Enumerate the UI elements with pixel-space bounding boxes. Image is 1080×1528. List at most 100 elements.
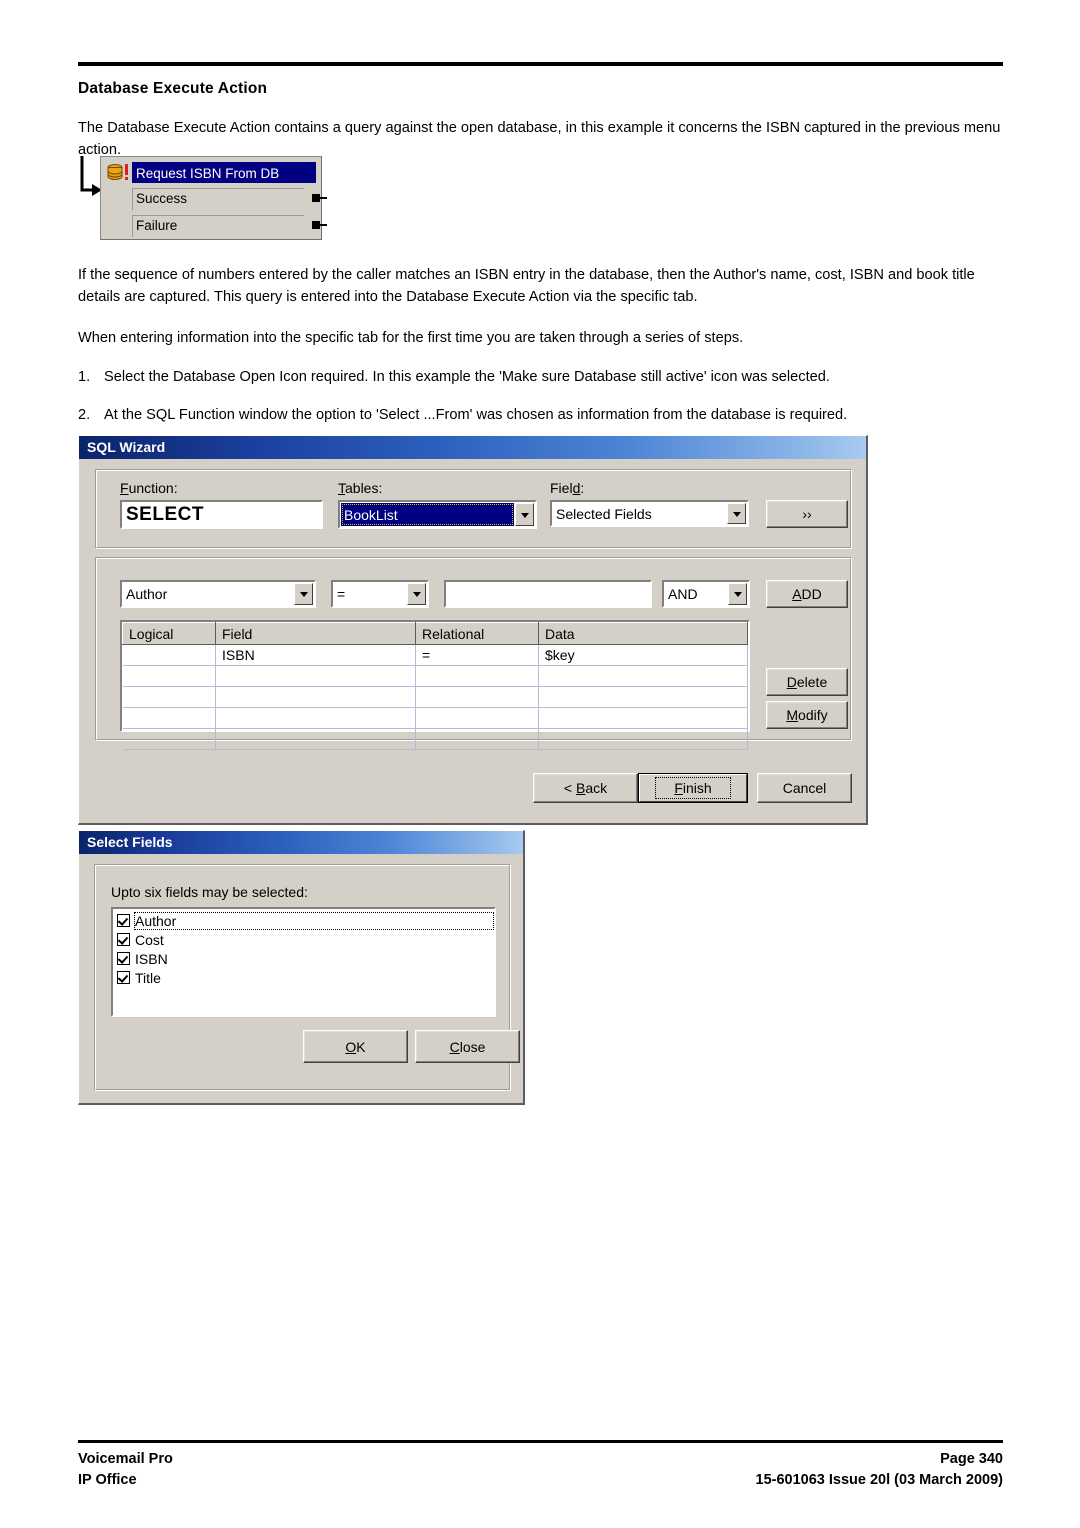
action-node[interactable]: Request ISBN From DB Success Failure — [100, 156, 327, 240]
add-criteria-button[interactable]: ADD — [766, 580, 848, 608]
modify-criteria-button[interactable]: Modify — [766, 701, 848, 729]
function-value: SELECT — [126, 504, 204, 525]
function-label: Function: — [120, 480, 178, 496]
cell-field[interactable]: ISBN — [215, 644, 416, 666]
cell-relational[interactable] — [415, 728, 539, 750]
grid-header-row: Logical Field Relational Data — [122, 622, 748, 645]
cell-data[interactable]: $key — [538, 644, 748, 666]
delete-criteria-button[interactable]: Delete — [766, 668, 848, 696]
action-connection-failure[interactable]: Failure — [132, 215, 327, 237]
list-item-text: Select the Database Open Icon required. … — [104, 368, 830, 385]
cell-relational[interactable] — [415, 707, 539, 729]
select-fields-title: Select Fields — [87, 834, 173, 850]
select-fields-titlebar: Select Fields — [79, 831, 523, 854]
grid-column-field[interactable]: Field — [215, 622, 416, 645]
cell-data[interactable] — [538, 707, 748, 729]
back-button[interactable]: < Back — [533, 773, 638, 803]
sql-wizard-dialog: SQL Wizard Function: SELECT Tables: Book… — [78, 435, 868, 825]
checkbox-icon[interactable] — [117, 952, 130, 965]
list-item[interactable]: Cost — [114, 930, 493, 949]
list-item[interactable]: Title — [114, 968, 493, 987]
chevron-down-icon[interactable] — [294, 583, 313, 605]
list-item[interactable]: ISBN — [114, 949, 493, 968]
checkbox-icon[interactable] — [117, 933, 130, 946]
action-node-title: Request ISBN From DB — [132, 161, 316, 183]
cell-field[interactable] — [215, 707, 416, 729]
list-item[interactable]: Author — [114, 911, 494, 930]
cell-logical[interactable] — [122, 728, 216, 750]
list-item: 2. At the SQL Function window the option… — [78, 405, 1003, 427]
grid-column-data[interactable]: Data — [538, 622, 748, 645]
criteria-field-combobox[interactable]: Author — [120, 580, 316, 608]
close-button[interactable]: Close — [415, 1030, 520, 1063]
table-row[interactable] — [122, 707, 748, 729]
cell-field[interactable] — [215, 665, 416, 687]
list-item: 1. Select the Database Open Icon require… — [78, 367, 1003, 389]
criteria-logical-combobox[interactable]: AND — [662, 580, 750, 608]
chevron-down-icon[interactable] — [728, 583, 747, 605]
table-row[interactable] — [122, 686, 748, 708]
checkbox-icon[interactable] — [117, 971, 130, 984]
chevron-down-icon[interactable] — [515, 503, 534, 526]
cell-relational[interactable] — [415, 665, 539, 687]
action-node-header: Request ISBN From DB — [105, 161, 316, 183]
grid-column-relational[interactable]: Relational — [415, 622, 539, 645]
cell-field[interactable] — [215, 686, 416, 708]
criteria-relational-value: = — [337, 586, 346, 602]
criteria-field-value: Author — [126, 586, 168, 602]
function-input[interactable]: SELECT — [120, 500, 323, 529]
grid-column-logical[interactable]: Logical — [122, 622, 216, 645]
sql-wizard-titlebar: SQL Wizard — [79, 436, 866, 459]
checkbox-icon[interactable] — [117, 914, 130, 927]
header-rule — [78, 62, 1003, 66]
chevron-down-icon[interactable] — [727, 503, 746, 524]
field-combobox[interactable]: Selected Fields — [550, 500, 749, 527]
ok-label: OK — [345, 1038, 366, 1055]
footer-product-name: Voicemail Pro — [78, 1451, 173, 1467]
field-label: Field: — [550, 480, 585, 496]
action-connection-success[interactable]: Success — [132, 188, 327, 210]
table-row[interactable] — [122, 665, 748, 687]
list-item-number: 1. — [78, 368, 91, 385]
chevron-down-icon[interactable] — [407, 583, 426, 605]
close-label: Close — [449, 1038, 486, 1055]
cell-relational[interactable]: = — [415, 644, 539, 666]
footer-row-top: Voicemail Pro Page 340 — [78, 1449, 1003, 1470]
tables-combobox[interactable]: BookList — [338, 500, 537, 529]
criteria-logical-value: AND — [668, 586, 698, 602]
criteria-grid[interactable]: Logical Field Relational Data ISBN = $ke… — [120, 620, 750, 750]
table-row[interactable]: ISBN = $key — [122, 644, 748, 666]
cell-relational[interactable] — [415, 686, 539, 708]
table-row[interactable] — [122, 728, 748, 750]
query-description-paragraph: If the sequence of numbers entered by th… — [78, 267, 975, 305]
cell-data[interactable] — [538, 728, 748, 750]
exclamation-icon — [125, 164, 128, 180]
list-item-label: Title — [135, 969, 161, 986]
sql-wizard-title: SQL Wizard — [87, 439, 166, 455]
list-item-label: ISBN — [135, 950, 168, 967]
select-fields-panel: Upto six fields may be selected: Author … — [94, 864, 520, 1091]
expand-fields-button[interactable]: ›› — [766, 500, 848, 528]
ok-button[interactable]: OK — [303, 1030, 408, 1063]
cancel-button[interactable]: Cancel — [757, 773, 852, 803]
cell-logical[interactable] — [122, 644, 216, 666]
cell-data[interactable] — [538, 686, 748, 708]
connector-port-icon[interactable] — [312, 194, 327, 203]
cell-field[interactable] — [215, 728, 416, 750]
add-criteria-label: ADD — [792, 586, 822, 602]
cell-logical[interactable] — [122, 686, 216, 708]
tables-label: Tables: — [338, 480, 383, 496]
document-page: Database Execute Action The Database Exe… — [0, 0, 1080, 1528]
criteria-data-input[interactable] — [444, 580, 652, 608]
criteria-panel: Author = AND ADD Logical Field Relationa… — [95, 557, 852, 750]
connector-port-icon[interactable] — [312, 221, 327, 230]
cell-logical[interactable] — [122, 707, 216, 729]
cell-data[interactable] — [538, 665, 748, 687]
fields-listbox[interactable]: Author Cost ISBN Title — [111, 907, 496, 1017]
footer-issue-info: 15-601063 Issue 20l (03 March 2009) — [755, 1471, 1003, 1488]
cell-logical[interactable] — [122, 665, 216, 687]
finish-button[interactable]: Finish — [638, 773, 748, 803]
criteria-relational-combobox[interactable]: = — [331, 580, 429, 608]
query-source-panel: Function: SELECT Tables: BookList Field:… — [95, 469, 852, 549]
connection-label: Failure — [132, 215, 304, 237]
